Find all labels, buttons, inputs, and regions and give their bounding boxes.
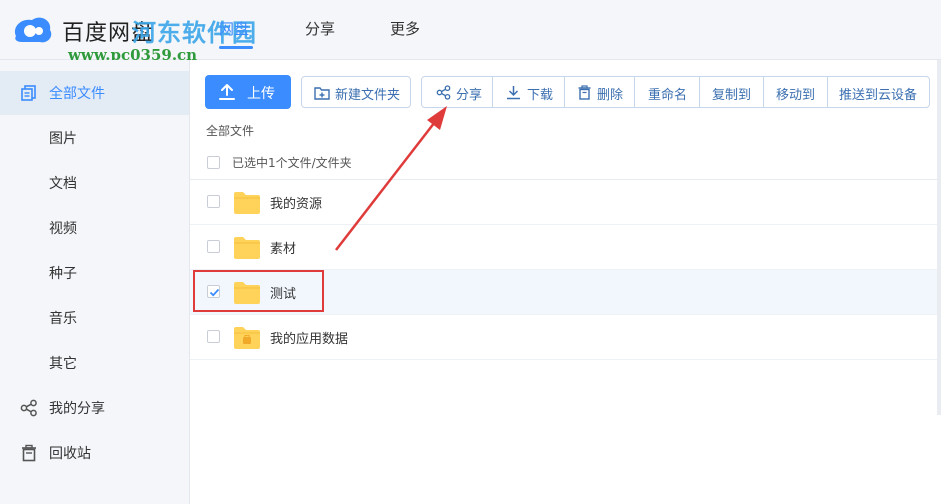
sidebar-item-other[interactable]: 其它 [0,341,189,385]
breadcrumb[interactable]: 全部文件 [206,122,254,139]
file-name: 素材 [270,242,297,257]
rename-button[interactable]: 重命名 [635,77,700,107]
files-icon [21,85,36,101]
selection-count-text: 已选中1个文件/文件夹 [232,156,352,170]
app-data-folder-icon [234,327,260,349]
delete-button[interactable]: 删除 [565,77,635,107]
active-tab-indicator [219,46,253,49]
sidebar-item-label: 图片 [49,131,77,147]
sidebar-item-label: 音乐 [49,311,77,327]
push-to-cloud-device-label: 推送到云设备 [839,88,918,103]
copy-to-label: 复制到 [712,88,752,103]
sidebar-item-label: 其它 [49,356,77,372]
rename-label: 重命名 [648,88,688,103]
sidebar-item-images[interactable]: 图片 [0,116,189,160]
copy-to-button[interactable]: 复制到 [700,77,764,107]
move-to-label: 移动到 [776,88,816,103]
sidebar-item-label: 全部文件 [49,86,105,102]
tab-more[interactable]: 更多 [390,18,420,39]
folder-icon [234,192,260,214]
scrollbar-track[interactable] [937,60,941,415]
baidu-netdisk-logo [14,17,52,43]
sidebar-item-music[interactable]: 音乐 [0,296,189,340]
row-checkbox[interactable] [207,240,220,253]
new-folder-button[interactable]: 新建文件夹 [301,76,411,108]
new-folder-label: 新建文件夹 [335,88,401,103]
folder-icon [234,237,260,259]
share-label: 分享 [456,88,483,103]
file-row[interactable]: 素材 [190,225,941,270]
select-all-checkbox[interactable] [207,156,220,169]
download-button[interactable]: 下载 [493,77,565,107]
delete-label: 删除 [597,88,624,103]
sidebar: 全部文件 图片 文档 视频 种子 音乐 其它 我的分享 回收站 [0,60,190,504]
sidebar-item-label: 文档 [49,176,77,192]
upload-label: 上传 [247,86,275,102]
sidebar-item-label: 视频 [49,221,77,237]
file-action-group: 分享 下载 删除 重命名 复制到 移动到 推送到云设备 [421,76,930,108]
trash-icon [22,444,36,462]
sidebar-item-all-files[interactable]: 全部文件 [0,71,189,115]
sidebar-item-my-shares[interactable]: 我的分享 [0,386,189,430]
upload-button[interactable]: 上传 [205,75,291,109]
file-name: 我的资源 [270,197,323,212]
download-icon [507,86,520,100]
file-row[interactable]: 我的资源 [190,180,941,225]
download-label: 下载 [527,88,554,103]
sidebar-item-documents[interactable]: 文档 [0,161,189,205]
share-icon [20,399,37,417]
sidebar-item-videos[interactable]: 视频 [0,206,189,250]
sidebar-item-recycle-bin[interactable]: 回收站 [0,431,189,475]
file-row[interactable]: 我的应用数据 [190,315,941,360]
app-header: 百度网盘 河东软件园 www.pc0359.cn 网盘 分享 更多 [0,0,941,64]
tab-share[interactable]: 分享 [305,18,335,39]
move-to-button[interactable]: 移动到 [764,77,828,107]
sidebar-item-label: 我的分享 [49,401,105,417]
share-button[interactable]: 分享 [422,77,493,107]
new-folder-icon [314,87,330,100]
annotation-highlight-box [193,270,324,312]
file-name: 我的应用数据 [270,332,349,347]
share-icon [436,85,451,100]
push-to-cloud-device-button[interactable]: 推送到云设备 [828,77,929,107]
sidebar-item-torrents[interactable]: 种子 [0,251,189,295]
selection-header: 已选中1个文件/文件夹 [190,148,941,180]
trash-icon [578,85,591,100]
tab-netdisk[interactable]: 网盘 [219,18,249,39]
row-checkbox[interactable] [207,330,220,343]
upload-icon [219,84,235,100]
sidebar-item-label: 种子 [49,266,77,282]
sidebar-item-label: 回收站 [49,446,91,462]
row-checkbox[interactable] [207,195,220,208]
